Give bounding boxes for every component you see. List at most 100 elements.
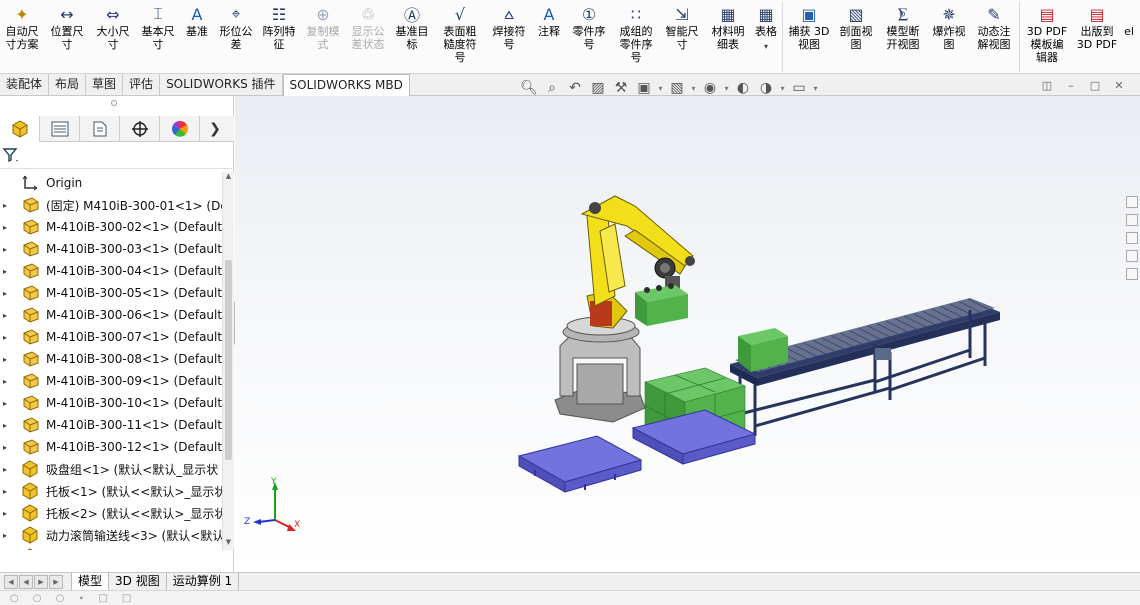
expand-arrow-icon[interactable]: ▸ xyxy=(0,311,12,320)
expand-arrow-icon[interactable]: ▸ xyxy=(0,377,12,386)
dynamic-annotation-view-button[interactable]: ✎ 动态注 解视图 xyxy=(971,0,1017,73)
balloon-button[interactable]: ① 零件序 号 xyxy=(566,0,612,73)
expand-arrow-icon[interactable]: ▸ xyxy=(0,333,12,342)
expand-arrow-icon[interactable]: ▸ xyxy=(0,223,12,232)
location-dimension-button[interactable]: ↔ 位置尺 寸 xyxy=(44,0,90,73)
model-break-view-button[interactable]: ⨊ 模型断 开视图 xyxy=(879,0,927,73)
filter-icon[interactable] xyxy=(2,146,20,164)
bottom-tab-1[interactable]: 3D 视图 xyxy=(109,573,167,590)
publish-3d-pdf-button[interactable]: ▤ 出版到 3D PDF xyxy=(1072,0,1122,73)
task-pane-tab-resources[interactable] xyxy=(1126,196,1138,208)
task-pane-tab-appearances[interactable] xyxy=(1126,268,1138,280)
tree-item[interactable]: ▸ 托板<2> (默认<<默认>_显示状 xyxy=(0,502,222,524)
expand-arrow-icon[interactable]: ▸ xyxy=(0,267,12,276)
stacked-balloon-button[interactable]: ∷ 成组的 零件序 号 xyxy=(612,0,660,73)
note-button[interactable]: A 注释 xyxy=(532,0,566,73)
bottom-tab-2[interactable]: 运动算例 1 xyxy=(167,573,240,590)
tree-item[interactable]: ▸ M-410iB-300-12<1> (Default< xyxy=(0,436,222,458)
last-tab-arrow-icon[interactable]: ▶ xyxy=(49,574,63,589)
scroll-thumb[interactable] xyxy=(225,260,232,460)
tree-item[interactable]: ▸ 托板<1> (默认<<默认>_显示状 xyxy=(0,480,222,502)
tree-item[interactable]: ▸ M-410iB-300-06<1> (Default< xyxy=(0,304,222,326)
chevron-down-icon[interactable]: ▾ xyxy=(764,42,768,51)
bottom-tab-0[interactable]: 模型 xyxy=(71,573,110,590)
basic-dimension-button[interactable]: ⌶ 基本尺 寸 xyxy=(136,0,180,73)
datum-target-button[interactable]: Ⓐ 基准目 标 xyxy=(390,0,434,73)
3d-pdf-template-editor-button[interactable]: ▤ 3D PDF 模板编 辑器 xyxy=(1022,0,1072,73)
tree-item[interactable]: ▸ M-410iB-300-11<1> (Default< xyxy=(0,414,222,436)
pattern-feature-button[interactable]: ☷ 阵列特 征 xyxy=(258,0,300,73)
tree-item[interactable]: ▸ M-410iB-300-05<1> (Default< xyxy=(0,282,222,304)
configuration-manager-tab[interactable] xyxy=(80,116,120,142)
expand-arrow-icon[interactable]: ▸ xyxy=(0,443,12,452)
expand-arrow-icon[interactable]: ▸ xyxy=(0,421,12,430)
tree-vertical-scrollbar[interactable]: ▲ ▼ xyxy=(222,172,234,550)
expand-arrow-icon[interactable]: ▸ xyxy=(0,531,12,540)
tab-4[interactable]: SOLIDWORKS 插件 xyxy=(160,74,283,96)
tab-1[interactable]: 布局 xyxy=(49,74,87,96)
property-manager-tab[interactable] xyxy=(40,116,80,142)
expand-arrow-icon[interactable]: ▸ xyxy=(0,245,12,254)
show-tolerance-status-button[interactable]: ♲ 显示公 差状态 xyxy=(346,0,390,73)
expand-arrow-icon[interactable]: ▸ xyxy=(0,289,12,298)
prev-tab-arrow-icon[interactable]: ◀ xyxy=(19,574,33,589)
tree-item[interactable]: ▸ 动力滚筒输送线<3> (默认<默认 xyxy=(0,524,222,546)
next-tab-arrow-icon[interactable]: ▶ xyxy=(34,574,48,589)
maximize-icon[interactable]: □ xyxy=(1088,79,1102,93)
expand-arrow-icon[interactable]: ▸ xyxy=(0,201,12,210)
task-pane-tab-file-explorer[interactable] xyxy=(1126,232,1138,244)
copy-scheme-button[interactable]: ⊕ 复制模 式 xyxy=(300,0,346,73)
expand-arrow-icon[interactable]: ▸ xyxy=(0,487,12,496)
geometric-tolerance-button[interactable]: ⌖ 形位公 差 xyxy=(214,0,258,73)
tree-item[interactable]: ▸ M-410iB-300-08<1> (Default< xyxy=(0,348,222,370)
surface-finish-button[interactable]: √ 表面粗 糙度符 号 xyxy=(434,0,486,73)
weld-symbol-button[interactable]: ⩟ 焊接符 号 xyxy=(486,0,532,73)
restore-icon[interactable]: ◫ xyxy=(1040,79,1054,93)
expand-arrow-icon[interactable]: ▸ xyxy=(0,465,12,474)
task-pane-tab-design-library[interactable] xyxy=(1126,214,1138,226)
tree-item[interactable]: ▸ M-410iB-300-09<1> (Default< xyxy=(0,370,222,392)
chevron-down-icon[interactable]: ▾ xyxy=(656,84,665,93)
expand-arrow-icon[interactable]: ▸ xyxy=(0,509,12,518)
tree-item[interactable]: ▸ M-410iB-300-03<1> (Default< xyxy=(0,238,222,260)
first-tab-arrow-icon[interactable]: ◀ xyxy=(4,574,18,589)
tree-item[interactable]: ▸ M-410iB-300-04<1> (Default< xyxy=(0,260,222,282)
size-dimension-button[interactable]: ⇔ 大小尺 寸 xyxy=(90,0,136,73)
tab-5[interactable]: SOLIDWORKS MBD xyxy=(282,74,410,96)
chevron-down-icon[interactable]: ▾ xyxy=(722,84,731,93)
datum-button[interactable]: A 基准 xyxy=(180,0,214,73)
graphics-area[interactable]: Y X Z xyxy=(235,96,1140,572)
feature-manager-tab[interactable] xyxy=(0,116,40,142)
capture-3d-view-button[interactable]: ▣ 捕获 3D 视图 xyxy=(785,0,833,73)
tree-item[interactable]: ▸ M-410iB-300-02<1> (Default< xyxy=(0,216,222,238)
exploded-view-button[interactable]: ✵ 爆炸视 图 xyxy=(927,0,971,73)
e-truncated-button[interactable]: el xyxy=(1122,0,1136,73)
tab-2[interactable]: 草图 xyxy=(86,74,124,96)
task-pane-tab-view-palette[interactable] xyxy=(1126,250,1138,262)
table-button[interactable]: ▦ 表格 ▾ xyxy=(752,0,780,73)
minimize-icon[interactable]: – xyxy=(1064,79,1078,93)
chevron-down-icon[interactable]: ▾ xyxy=(811,84,820,93)
expand-arrow-icon[interactable]: ▸ xyxy=(0,399,12,408)
chevron-right-icon[interactable]: ❯ xyxy=(200,116,230,142)
display-manager-tab[interactable] xyxy=(160,116,200,142)
expand-arrow-icon[interactable]: ▸ xyxy=(0,355,12,364)
dimxpert-manager-tab[interactable] xyxy=(120,116,160,142)
section-view-button[interactable]: ▧ 剖面视 图 xyxy=(833,0,879,73)
tab-3[interactable]: 评估 xyxy=(123,74,161,96)
panel-grip-icon[interactable] xyxy=(111,100,117,106)
tree-item[interactable]: ▸ M-410iB-300-10<1> (Default< xyxy=(0,392,222,414)
tree-item[interactable]: ▸ 吸盘组<1> (默认<默认_显示状 xyxy=(0,458,222,480)
tree-item[interactable]: ▸箱<1> (默认<<默认>_显示状态 xyxy=(0,546,222,550)
smart-dimension-button[interactable]: ⇲ 智能尺 寸 xyxy=(660,0,704,73)
auto-dimension-scheme-button[interactable]: ✦ 自动尺 寸方案 xyxy=(0,0,44,73)
tree-item[interactable]: ▸ M-410iB-300-07<1> (Default< xyxy=(0,326,222,348)
tree-item[interactable]: ▸ (固定) M410iB-300-01<1> (De xyxy=(0,194,222,216)
chevron-down-icon[interactable]: ▾ xyxy=(778,84,787,93)
tab-0[interactable]: 装配体 xyxy=(0,74,50,96)
scroll-up-arrow-icon[interactable]: ▲ xyxy=(223,172,234,184)
tree-item-origin[interactable]: Origin xyxy=(0,172,222,194)
close-icon[interactable]: ✕ xyxy=(1112,79,1126,93)
bill-of-materials-button[interactable]: ▦ 材料明 细表 xyxy=(704,0,752,73)
chevron-down-icon[interactable]: ▾ xyxy=(689,84,698,93)
